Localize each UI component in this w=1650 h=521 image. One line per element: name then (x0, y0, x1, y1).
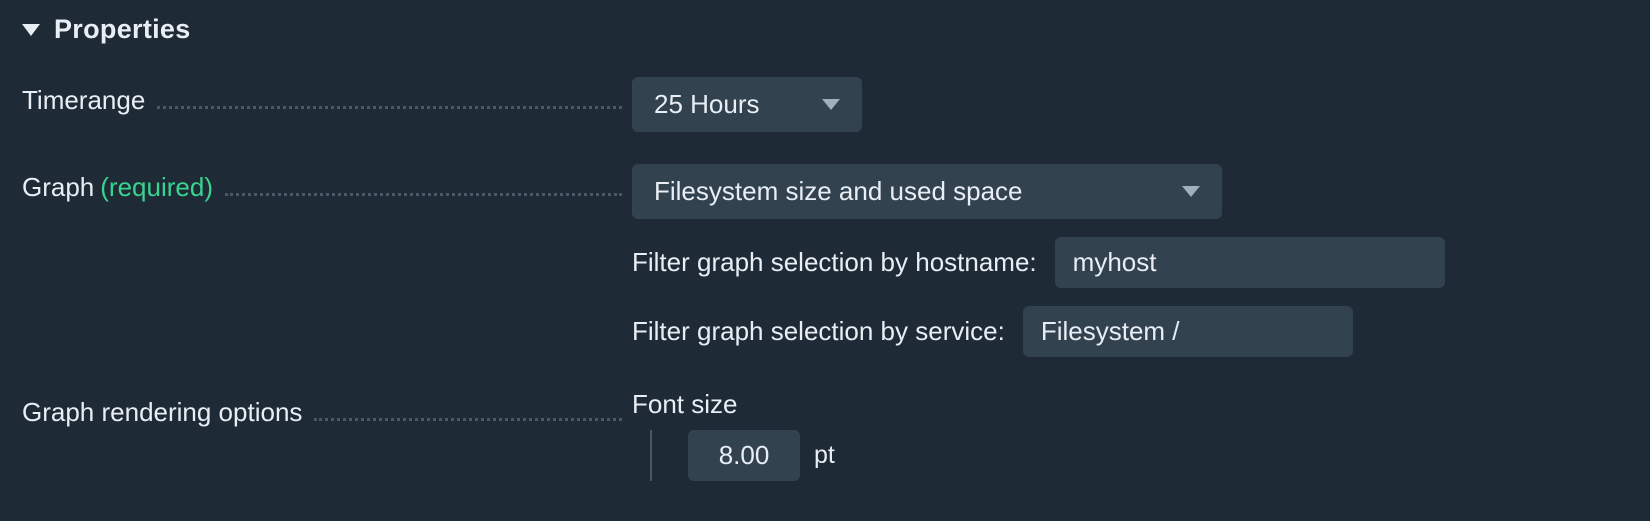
label-rendering: Graph rendering options (22, 397, 302, 428)
font-size-label: Font size (632, 389, 1628, 420)
section-title: Properties (54, 14, 191, 45)
row-rendering: Graph rendering options Font size pt (22, 389, 1628, 481)
collapse-toggle-icon (22, 24, 40, 36)
properties-section-header[interactable]: Properties (22, 14, 1628, 45)
filter-hostname-line: Filter graph selection by hostname: (632, 237, 1628, 288)
label-cell-rendering: Graph rendering options (22, 389, 632, 428)
properties-rows: Timerange 25 Hours Graph (required) (22, 77, 1628, 481)
label-timerange: Timerange (22, 85, 145, 116)
label-cell-timerange: Timerange (22, 77, 632, 116)
row-timerange: Timerange 25 Hours (22, 77, 1628, 132)
timerange-select[interactable]: 25 Hours (632, 77, 862, 132)
filter-service-label: Filter graph selection by service: (632, 316, 1005, 347)
timerange-select-value: 25 Hours (654, 89, 760, 120)
label-graph-required: (required) (100, 172, 213, 203)
chevron-down-icon (1182, 186, 1200, 197)
font-size-input[interactable] (688, 430, 800, 481)
properties-panel: Properties Timerange 25 Hours Graph (req… (0, 0, 1650, 495)
control-cell-rendering: Font size pt (632, 389, 1628, 481)
filter-hostname-label: Filter graph selection by hostname: (632, 247, 1037, 278)
control-cell-timerange: 25 Hours (632, 77, 1628, 132)
control-cell-graph: Filesystem size and used space Filter gr… (632, 164, 1628, 357)
dots-filler (314, 418, 622, 421)
font-size-block: Font size pt (632, 389, 1628, 481)
label-cell-graph: Graph (required) (22, 164, 632, 203)
chevron-down-icon (822, 99, 840, 110)
filter-service-input[interactable] (1023, 306, 1353, 357)
font-size-unit: pt (814, 441, 835, 470)
row-graph: Graph (required) Filesystem size and use… (22, 164, 1628, 357)
dots-filler (157, 106, 622, 109)
dots-filler (225, 193, 622, 196)
graph-select-value: Filesystem size and used space (654, 176, 1023, 207)
graph-select[interactable]: Filesystem size and used space (632, 164, 1222, 219)
font-size-row: pt (650, 430, 1628, 481)
label-graph: Graph (22, 172, 94, 203)
filter-service-line: Filter graph selection by service: (632, 306, 1628, 357)
filter-hostname-input[interactable] (1055, 237, 1445, 288)
